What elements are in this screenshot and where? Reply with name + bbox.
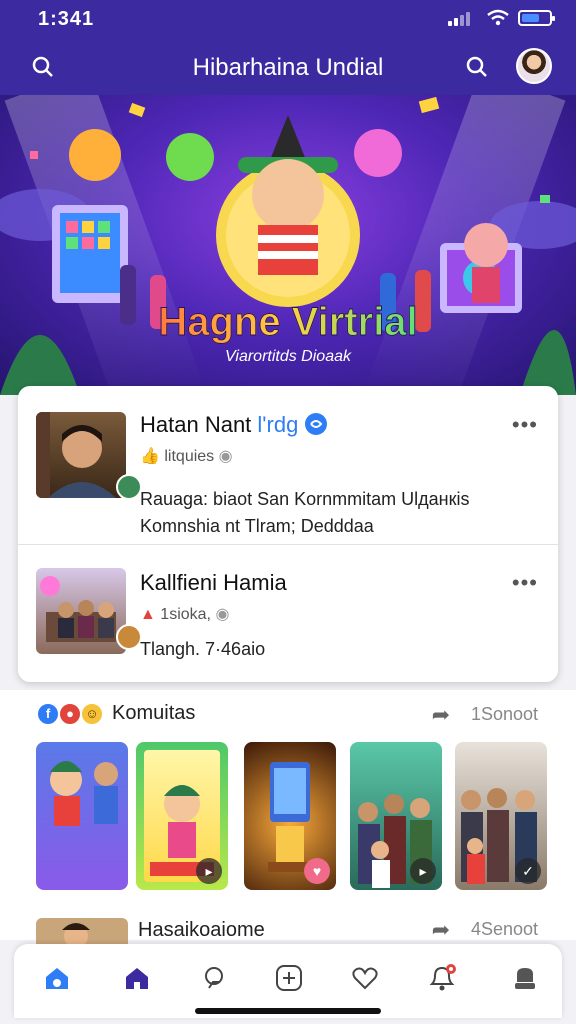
- post-item[interactable]: Hatan Nant l'rdg 👍 litquies ◉ Rauaga: bi…: [18, 386, 558, 544]
- community-title: Komuitas: [112, 702, 196, 724]
- group-badge: [116, 624, 142, 650]
- community-thumb[interactable]: [36, 742, 128, 890]
- group-name: Hasaikoaiome: [138, 919, 265, 941]
- tab-menu[interactable]: [500, 954, 550, 1004]
- community-section: f ● ☺ Komuitas ➦ 1Sonoot ▸ ♥ ▸ ✓: [0, 690, 576, 940]
- tab-notifications[interactable]: [416, 954, 466, 1004]
- menu-icon: [515, 968, 535, 989]
- hero-title: Hagne Virtrial: [158, 300, 418, 345]
- search-icon: [466, 56, 487, 77]
- post-author-photo[interactable]: [36, 412, 126, 498]
- post-body: Tlangh. 7·46aio: [140, 639, 266, 659]
- community-thumb[interactable]: ✓: [455, 742, 547, 890]
- tab-home[interactable]: [112, 954, 162, 1004]
- play-icon[interactable]: ▸: [410, 858, 436, 884]
- post-photo[interactable]: [36, 568, 126, 654]
- next-group-row[interactable]: Hasaikoaiome ➦ 4Senoot: [36, 915, 546, 948]
- like-icon: 👍: [140, 448, 160, 465]
- check-icon[interactable]: ✓: [515, 858, 541, 884]
- add-icon: [276, 965, 302, 991]
- post-body: Rauaga: biaot San Kornmmitam Ulданкis Ko…: [140, 489, 470, 536]
- status-time: 1:341: [38, 8, 95, 30]
- profile-avatar[interactable]: [516, 48, 552, 84]
- community-thumb[interactable]: ♥: [244, 742, 336, 890]
- tab-explore[interactable]: [190, 954, 240, 1004]
- community-thumb[interactable]: ▸: [350, 742, 442, 890]
- community-header: f ● ☺ Komuitas ➦ 1Sonoot: [36, 700, 546, 730]
- tab-likes[interactable]: [340, 954, 390, 1004]
- hero-banner[interactable]: Hagne Virtrial Viarortitds Dioaak: [0, 95, 576, 395]
- heart-icon: [352, 967, 378, 990]
- post-item[interactable]: Kallfieni Hamia ▲ 1sioka, ◉ Tlangh. 7·46…: [18, 544, 558, 682]
- feed-card: Hatan Nant l'rdg 👍 litquies ◉ Rauaga: bi…: [18, 386, 558, 682]
- home-icon: [126, 968, 148, 989]
- post-author-name[interactable]: Kallfieni Hamia: [140, 570, 287, 596]
- share-icon[interactable]: ➦: [432, 917, 450, 943]
- author-status-badge: [116, 474, 142, 500]
- home-badge-icon: [46, 968, 68, 989]
- globe-icon: ◉: [218, 448, 233, 465]
- signal-icon: [448, 12, 472, 26]
- group-count: 4Senoot: [470, 919, 538, 939]
- post-more-button[interactable]: •••: [512, 412, 538, 438]
- hero-subtitle: Viarortitds Dioaak: [225, 348, 351, 365]
- react-haha-icon: ☺: [80, 702, 104, 726]
- status-bar: 1:341: [0, 0, 576, 40]
- post-author-name[interactable]: Hatan Nant l'rdg: [140, 412, 328, 438]
- heart-badge-icon[interactable]: ♥: [304, 858, 330, 884]
- post-meta: 👍 litquies ◉: [140, 448, 233, 465]
- app-header: Hibarhaina Undial: [0, 40, 576, 95]
- globe-icon: ◉: [215, 606, 230, 623]
- react-love-icon: ●: [58, 702, 82, 726]
- search-button-right[interactable]: [462, 52, 492, 82]
- tab-create[interactable]: [264, 954, 314, 1004]
- fire-icon: ▲: [140, 606, 156, 623]
- post-more-button[interactable]: •••: [512, 570, 538, 596]
- wifi-icon: [487, 9, 509, 26]
- react-like-icon: f: [36, 702, 60, 726]
- community-thumb[interactable]: ▸: [136, 742, 228, 890]
- home-indicator: [195, 1008, 381, 1014]
- play-icon[interactable]: ▸: [196, 858, 222, 884]
- share-icon[interactable]: ➦: [432, 702, 450, 728]
- verified-icon: [305, 413, 328, 435]
- bottom-tab-bar: [14, 944, 562, 1018]
- notification-icon: [429, 964, 456, 991]
- tab-feed[interactable]: [32, 954, 82, 1004]
- post-meta: ▲ 1sioka, ◉: [140, 606, 230, 623]
- community-count: 1Sonoot: [470, 704, 538, 724]
- explore-icon: [205, 967, 223, 989]
- battery-icon: [518, 10, 555, 26]
